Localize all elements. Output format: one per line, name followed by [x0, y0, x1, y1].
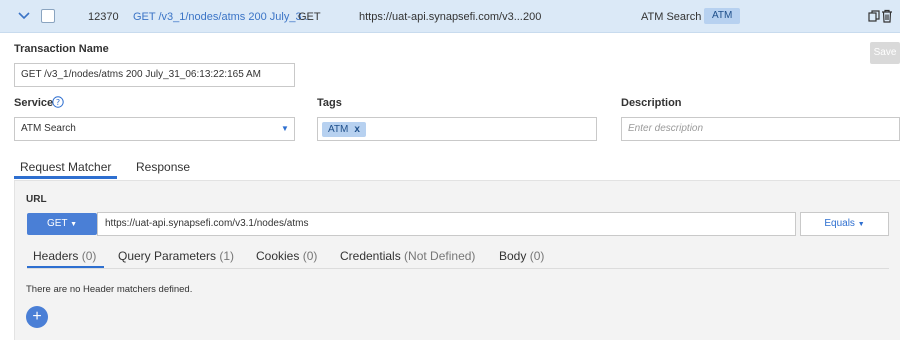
tag-remove-icon[interactable]: x [354, 124, 360, 135]
description-label: Description [621, 97, 682, 109]
row-select-checkbox[interactable] [41, 9, 55, 23]
plus-icon: + [32, 308, 42, 325]
subtab-count: (0) [302, 249, 318, 263]
subtab-label: Credentials [340, 249, 401, 263]
row-service: ATM Search [641, 11, 702, 23]
subtab-credentials[interactable]: Credentials (Not Defined) [340, 249, 475, 263]
subtab-body[interactable]: Body (0) [499, 249, 544, 263]
subtab-label: Headers [33, 249, 79, 263]
url-label: URL [26, 194, 47, 205]
tab-request-matcher[interactable]: Request Matcher [20, 160, 111, 174]
subtab-count: (Not Defined) [404, 249, 476, 263]
service-label: Service [14, 97, 54, 109]
svg-text:?: ? [56, 98, 60, 107]
trash-icon[interactable] [881, 9, 893, 23]
tags-label: Tags [317, 97, 342, 109]
caret-down-icon: ▼ [70, 221, 78, 228]
tag-chip-label: ATM [328, 124, 349, 135]
row-status: 200 [523, 11, 542, 23]
add-matcher-button[interactable]: + [26, 306, 48, 328]
empty-matchers-message: There are no Header matchers defined. [26, 284, 193, 295]
subtab-label: Body [499, 249, 527, 263]
subtab-count: (0) [81, 249, 97, 263]
tag-chip: ATM x [322, 122, 366, 137]
subtab-headers[interactable]: Headers (0) [33, 249, 96, 263]
caret-down-icon[interactable]: ▼ [281, 124, 289, 133]
subtab-count: (1) [219, 249, 235, 263]
match-type-label: Equals [824, 218, 855, 229]
method-label: GET [46, 218, 68, 229]
caret-down-icon: ▼ [857, 221, 865, 228]
method-dropdown-button[interactable]: GET ▼ [27, 213, 97, 235]
row-url: https://uat-api.synapsefi.com/v3.... [359, 11, 526, 23]
match-type-dropdown[interactable]: Equals ▼ [800, 212, 889, 236]
tab-response[interactable]: Response [136, 160, 190, 174]
chevron-down-icon[interactable] [16, 9, 32, 23]
subtab-query-parameters[interactable]: Query Parameters (1) [118, 249, 234, 263]
row-method: GET [298, 11, 321, 23]
active-tab-indicator [14, 176, 117, 179]
url-input[interactable]: https://uat-api.synapsefi.com/v3.1/nodes… [97, 212, 796, 236]
row-id: 12370 [88, 11, 119, 23]
row-tag-badge: ATM [704, 8, 741, 24]
row-transaction-name[interactable]: GET /v3_1/nodes/atms 200 July_3... [133, 10, 311, 24]
subtab-divider [27, 268, 889, 269]
save-button[interactable]: Save [870, 42, 900, 64]
help-icon[interactable]: ? [52, 96, 64, 108]
bottom-edge [14, 340, 900, 349]
subtab-count: (0) [529, 249, 545, 263]
service-select-value: ATM Search [21, 123, 76, 134]
transaction-name-input[interactable]: GET /v3_1/nodes/atms 200 July_31_06:13:2… [14, 63, 295, 87]
subtab-label: Cookies [256, 249, 300, 263]
description-input[interactable]: Enter description [621, 117, 900, 141]
transaction-name-label: Transaction Name [14, 43, 109, 55]
copy-icon[interactable] [868, 9, 880, 23]
transaction-row-header[interactable]: 12370 GET /v3_1/nodes/atms 200 July_3...… [0, 0, 900, 33]
service-select[interactable]: ATM Search [14, 117, 295, 141]
subtab-cookies[interactable]: Cookies (0) [256, 249, 317, 263]
subtab-label: Query Parameters [118, 249, 217, 263]
